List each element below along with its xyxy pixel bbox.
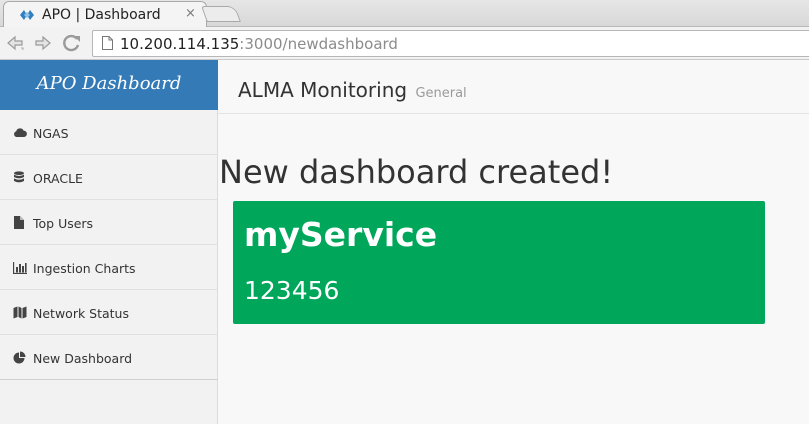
service-card: myService 123456 [233, 201, 765, 324]
file-icon [14, 216, 24, 229]
tab-dashboard[interactable]: APO | Dashboard × [3, 1, 207, 28]
page-icon [102, 36, 113, 50]
reload-icon[interactable] [61, 33, 83, 53]
tab-strip: APO | Dashboard × [0, 0, 809, 28]
sidebar-item-label: Network Status [33, 306, 129, 321]
back-arrow-icon[interactable] [4, 33, 26, 53]
service-name: myService [244, 215, 438, 254]
sidebar-item-label: NGAS [33, 126, 69, 141]
database-icon [14, 171, 24, 183]
bar-chart-icon [13, 262, 27, 274]
sidebar-item-new-dashboard[interactable]: New Dashboard [0, 335, 218, 380]
service-value: 123456 [244, 276, 340, 305]
page-subtitle: General [415, 86, 467, 101]
sidebar-item-label: Ingestion Charts [33, 261, 136, 276]
brand-bar[interactable]: APO Dashboard [0, 60, 218, 110]
address-bar[interactable]: 10.200.114.135:3000/newdashboard [92, 30, 809, 57]
browser-window: APO | Dashboard × 10.200.114.135:3000/ne… [0, 0, 809, 424]
sidebar-item-top-users[interactable]: Top Users [0, 200, 218, 245]
sidebar-item-label: New Dashboard [33, 351, 133, 366]
tab-title: APO | Dashboard [42, 7, 161, 23]
page-title: ALMA Monitoring General [238, 78, 467, 102]
url-path: :3000/newdashboard [239, 35, 398, 53]
sidebar-item-ingestion-charts[interactable]: Ingestion Charts [0, 245, 218, 290]
browser-toolbar: 10.200.114.135:3000/newdashboard [0, 27, 809, 60]
diamond-favicon-icon [20, 10, 34, 20]
pie-chart-icon [13, 351, 26, 364]
url-text: 10.200.114.135:3000/newdashboard [120, 35, 398, 53]
sidebar-nav: NGAS ORACLE Top Users Ingestion Charts N… [0, 110, 218, 380]
sidebar-item-label: Top Users [33, 216, 94, 231]
forward-arrow-icon[interactable] [32, 33, 54, 53]
page-header: ALMA Monitoring General [218, 60, 809, 114]
sidebar-item-network-status[interactable]: Network Status [0, 290, 218, 335]
tab-close-icon[interactable]: × [185, 6, 196, 22]
cloud-icon [14, 128, 27, 137]
url-host: 10.200.114.135 [120, 35, 240, 53]
sidebar-item-ngas[interactable]: NGAS [0, 110, 218, 155]
sidebar: APO Dashboard NGAS ORACLE Top Users Inge… [0, 60, 218, 424]
dashboard-created-message: New dashboard created! [219, 153, 614, 191]
brand-title: APO Dashboard [36, 73, 182, 94]
sidebar-item-label: ORACLE [33, 171, 83, 186]
map-icon [13, 306, 27, 319]
sidebar-item-oracle[interactable]: ORACLE [0, 155, 218, 200]
page-title-text: ALMA Monitoring [238, 78, 408, 102]
new-tab-button[interactable] [201, 6, 241, 22]
